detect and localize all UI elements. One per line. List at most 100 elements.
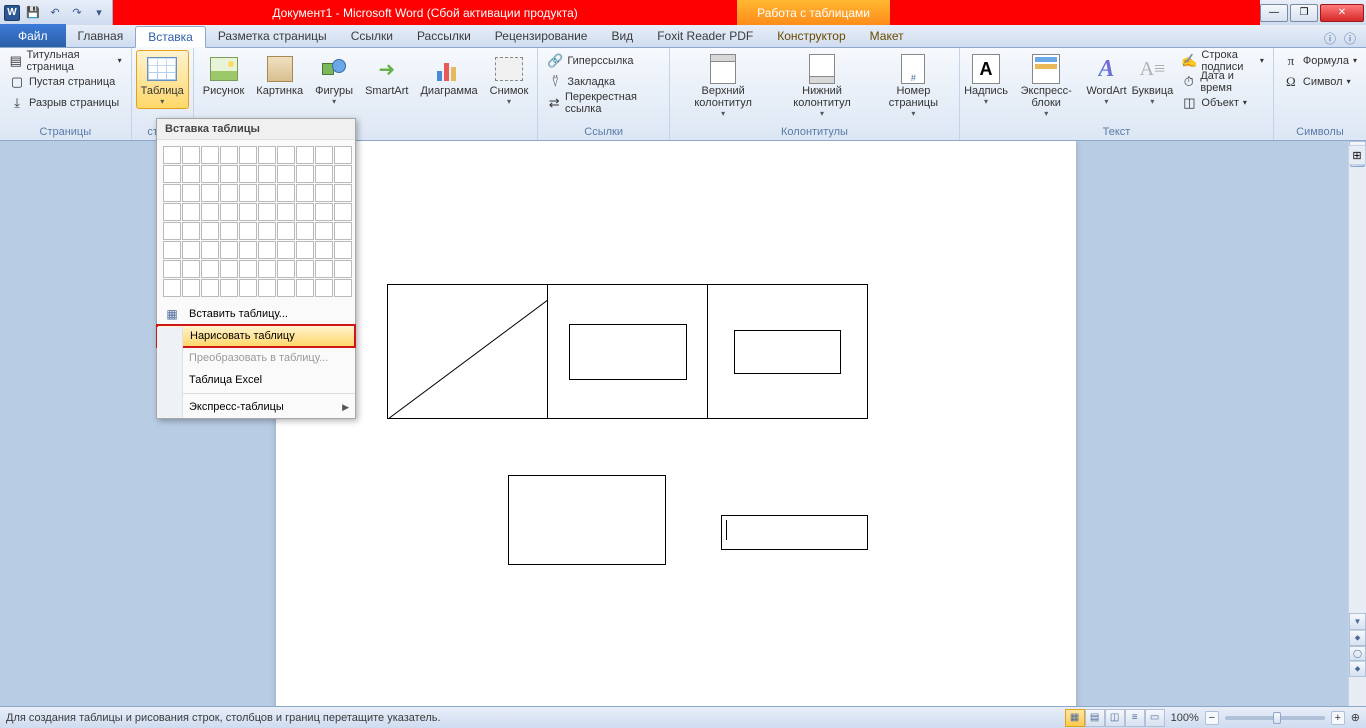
- qat-customize-button[interactable]: ▾: [90, 4, 108, 22]
- zoom-fit-button[interactable]: ⊕: [1351, 711, 1360, 724]
- symbol-button[interactable]: ΩСимвол ▾: [1278, 71, 1362, 92]
- next-page-button[interactable]: ⬥: [1349, 661, 1366, 677]
- restore-button[interactable]: ❐: [1290, 4, 1318, 22]
- scroll-down-button[interactable]: ▼: [1349, 613, 1366, 630]
- insert-table-item[interactable]: ▦Вставить таблицу...: [157, 303, 355, 325]
- tab-review[interactable]: Рецензирование: [483, 25, 600, 47]
- bookmark-button[interactable]: ⍢Закладка: [542, 71, 665, 92]
- vertical-scrollbar[interactable]: ▲ ▼ ⬥ ◯ ⬥: [1348, 141, 1366, 706]
- zoom-label[interactable]: 100%: [1171, 712, 1199, 724]
- redo-button[interactable]: ↷: [68, 4, 86, 22]
- tab-mailings[interactable]: Рассылки: [405, 25, 483, 47]
- equation-label: Формула: [1303, 55, 1349, 67]
- drawn-box-2[interactable]: [508, 475, 666, 565]
- zoom-in-button[interactable]: +: [1331, 711, 1345, 725]
- dropcap-button[interactable]: A≡Буквица▾: [1130, 50, 1174, 109]
- crossref-button[interactable]: ⇄Перекрестная ссылка: [542, 92, 665, 113]
- quickparts-button[interactable]: Экспресс-блоки▾: [1010, 50, 1082, 121]
- tab-layout-table[interactable]: Макет: [858, 25, 916, 47]
- drawn-table-1[interactable]: [387, 284, 868, 419]
- drawn-box-3[interactable]: [721, 515, 868, 550]
- screenshot-button[interactable]: Снимок▾: [485, 50, 534, 109]
- undo-button[interactable]: ↶: [46, 4, 64, 22]
- prev-page-button[interactable]: ⬥: [1349, 630, 1366, 646]
- print-layout-view-button[interactable]: ▦: [1065, 709, 1085, 727]
- tab-file[interactable]: Файл: [0, 24, 66, 47]
- zoom-out-button[interactable]: −: [1205, 711, 1219, 725]
- tab-home[interactable]: Главная: [66, 25, 136, 47]
- footer-button[interactable]: Нижний колонтитул▾: [774, 50, 869, 121]
- quickparts-label: Экспресс-блоки: [1015, 85, 1077, 109]
- table-grid-picker[interactable]: [157, 140, 355, 303]
- help-icon[interactable]: ⓘ: [1344, 30, 1356, 47]
- fullscreen-view-button[interactable]: ▤: [1085, 709, 1105, 727]
- picture-button[interactable]: Рисунок: [198, 50, 250, 100]
- equation-icon: π: [1283, 53, 1299, 69]
- zoom-slider[interactable]: [1225, 716, 1325, 720]
- pagenum-button[interactable]: #Номер страницы▾: [872, 50, 955, 121]
- chevron-right-icon: ▶: [342, 402, 349, 413]
- zoom-thumb[interactable]: [1273, 712, 1281, 724]
- hyperlink-button[interactable]: 🔗Гиперссылка: [542, 50, 665, 71]
- tab-foxit[interactable]: Foxit Reader PDF: [645, 25, 765, 47]
- excel-table-item[interactable]: ⊞Таблица Excel: [157, 369, 355, 391]
- chevron-down-icon: ▾: [1044, 109, 1048, 118]
- group-symbols: πФормула ▾ ΩСимвол ▾ Символы: [1274, 48, 1366, 140]
- signature-line-button[interactable]: ✍Строка подписи ▾: [1176, 50, 1268, 71]
- object-button[interactable]: ◫Объект ▾: [1176, 92, 1268, 113]
- bookmark-label: Закладка: [567, 76, 615, 88]
- textbox-button[interactable]: AНадпись▾: [964, 50, 1008, 109]
- inner-box[interactable]: [734, 330, 841, 374]
- crossref-icon: ⇄: [547, 95, 561, 111]
- table-button[interactable]: Таблица ▾: [136, 50, 189, 109]
- equation-button[interactable]: πФормула ▾: [1278, 50, 1362, 71]
- text-cursor: [726, 520, 727, 540]
- inner-box[interactable]: [569, 324, 687, 380]
- scroll-track[interactable]: [1349, 168, 1366, 613]
- quick-tables-item[interactable]: ▤Экспресс-таблицы▶: [157, 396, 355, 418]
- group-pages-label: Страницы: [4, 125, 127, 140]
- group-links-label: Ссылки: [542, 125, 665, 140]
- titlebar-spacer: [890, 0, 1260, 25]
- ruler-toggle[interactable]: ⊞: [1348, 145, 1366, 165]
- chevron-down-icon: ▾: [1150, 97, 1154, 106]
- web-view-button[interactable]: ◫: [1105, 709, 1125, 727]
- draw-table-item[interactable]: ✎Нарисовать таблицу: [157, 325, 355, 347]
- table-cell[interactable]: [548, 285, 708, 419]
- table-cell[interactable]: [388, 285, 548, 419]
- object-label: Объект: [1201, 97, 1238, 109]
- pagenum-icon: #: [897, 53, 929, 85]
- blank-page-button[interactable]: ▢Пустая страница: [4, 71, 127, 92]
- convert-table-item: ⇄Преобразовать в таблицу...: [157, 347, 355, 369]
- wordart-button[interactable]: AWordArt▾: [1084, 50, 1128, 109]
- browse-object-button[interactable]: ◯: [1349, 646, 1366, 661]
- clipart-button[interactable]: Картинка: [251, 50, 308, 100]
- tab-view[interactable]: Вид: [599, 25, 645, 47]
- chart-button[interactable]: Диаграмма: [415, 50, 482, 100]
- header-button[interactable]: Верхний колонтитул▾: [674, 50, 772, 121]
- save-button[interactable]: 💾: [24, 4, 42, 22]
- tab-insert[interactable]: Вставка: [135, 26, 206, 48]
- tab-page-layout[interactable]: Разметка страницы: [206, 25, 339, 47]
- minimize-ribbon-icon[interactable]: ⓘ: [1324, 30, 1336, 47]
- page-break-button[interactable]: ⤓Разрыв страницы: [4, 92, 127, 113]
- status-hint: Для создания таблицы и рисования строк, …: [6, 712, 441, 724]
- page[interactable]: [276, 141, 1076, 706]
- outline-view-button[interactable]: ≡: [1125, 709, 1145, 727]
- draft-view-button[interactable]: ▭: [1145, 709, 1165, 727]
- shapes-button[interactable]: Фигуры▾: [310, 50, 358, 109]
- hyperlink-label: Гиперссылка: [567, 55, 633, 67]
- tab-references[interactable]: Ссылки: [339, 25, 405, 47]
- tab-constructor[interactable]: Конструктор: [765, 25, 857, 47]
- cover-page-button[interactable]: ▤Титульная страница ▾: [4, 50, 127, 71]
- close-button[interactable]: ✕: [1320, 4, 1364, 22]
- chevron-down-icon: ▾: [1104, 97, 1108, 106]
- shapes-label: Фигуры: [315, 85, 353, 97]
- quick-access-toolbar: W 💾 ↶ ↷ ▾: [0, 0, 113, 25]
- datetime-button[interactable]: ⏱Дата и время: [1176, 71, 1268, 92]
- smartart-button[interactable]: SmartArt: [360, 50, 413, 100]
- word-logo-icon: W: [4, 5, 20, 21]
- minimize-button[interactable]: —: [1260, 4, 1288, 22]
- table-cell[interactable]: [708, 285, 868, 419]
- insert-table-icon: ▦: [163, 306, 181, 322]
